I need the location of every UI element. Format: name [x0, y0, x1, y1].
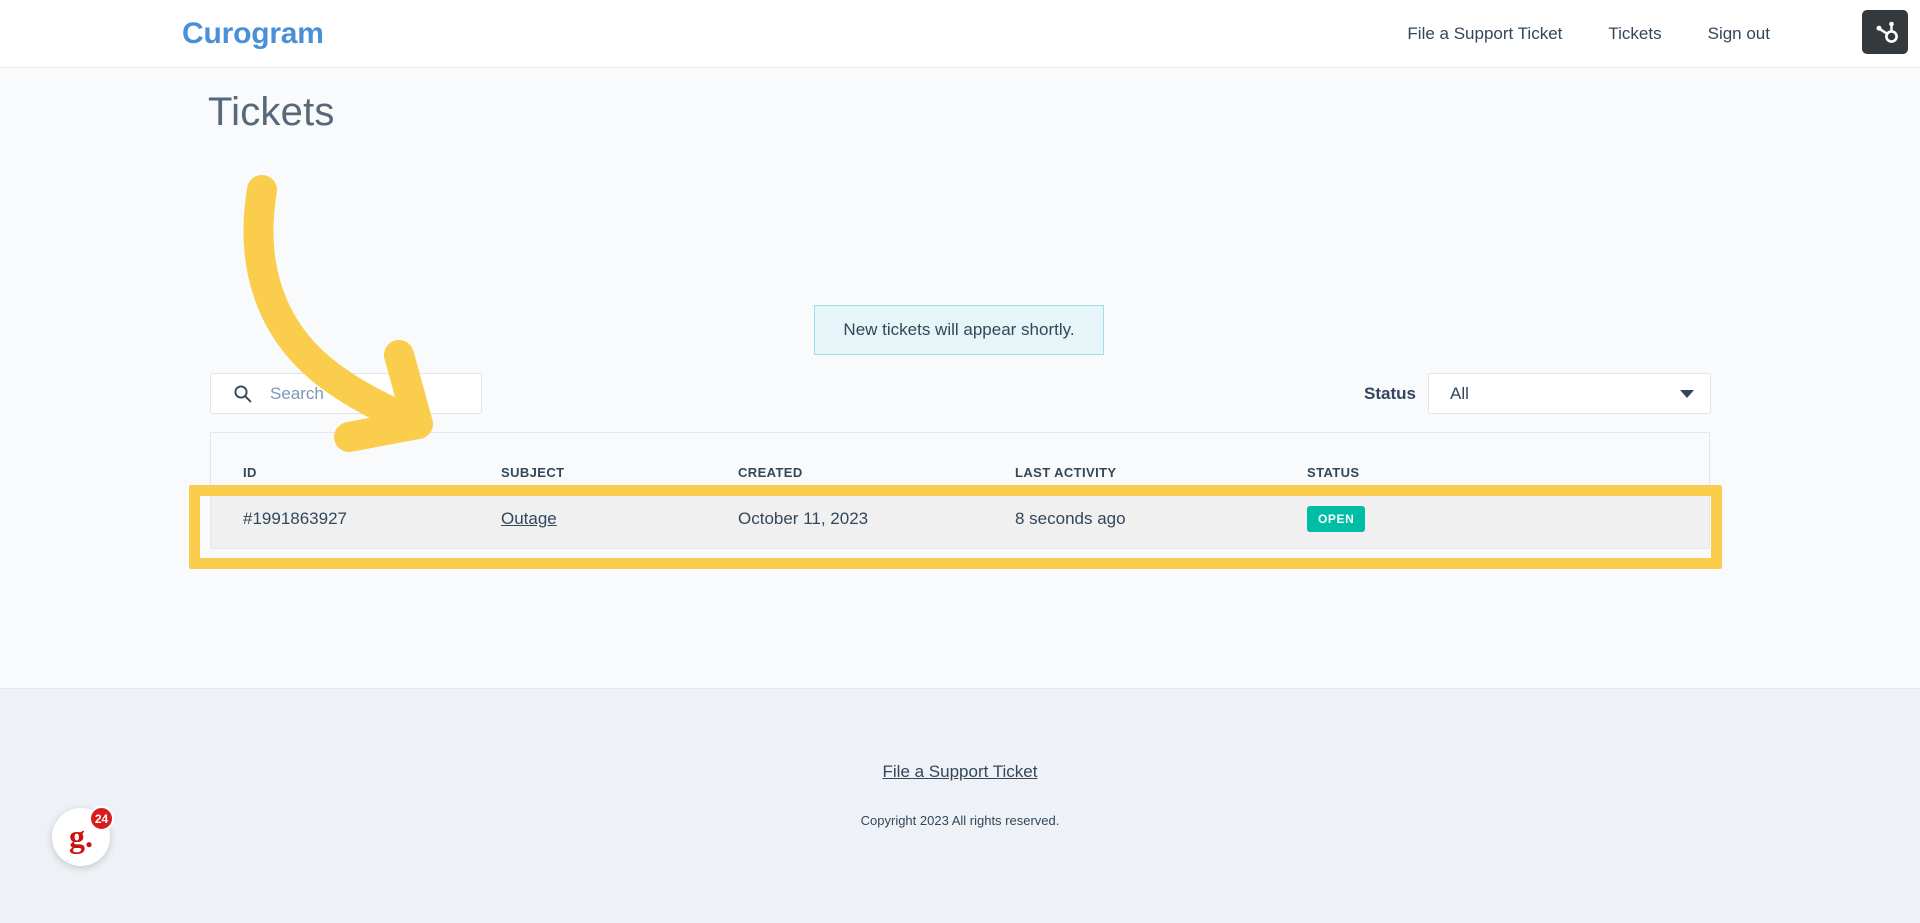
- cell-status: OPEN: [1307, 505, 1647, 532]
- cell-subject: Outage: [501, 509, 738, 529]
- nav-sign-out[interactable]: Sign out: [1708, 24, 1770, 44]
- column-header-last-activity: LAST ACTIVITY: [1015, 465, 1117, 480]
- chat-widget-button[interactable]: g. 24: [52, 806, 114, 866]
- hubspot-sprocket-icon[interactable]: [1862, 10, 1908, 54]
- search-box[interactable]: [210, 373, 482, 414]
- cell-created: October 11, 2023: [738, 508, 869, 528]
- column-header-status: STATUS: [1307, 465, 1360, 480]
- chat-unread-badge: 24: [89, 806, 114, 831]
- status-filter-label: Status: [1364, 383, 1416, 403]
- footer-file-ticket-link[interactable]: File a Support Ticket: [0, 762, 1920, 782]
- site-header: Curogram File a Support Ticket Tickets S…: [0, 0, 1920, 68]
- search-icon: [233, 384, 252, 403]
- new-tickets-notice: New tickets will appear shortly.: [814, 305, 1104, 355]
- main-navigation: File a Support Ticket Tickets Sign out: [1407, 24, 1770, 44]
- tickets-table: ID SUBJECT CREATED LAST ACTIVITY STATUS …: [210, 432, 1710, 549]
- table-row[interactable]: #1991863927 Outage October 11, 2023 8 se…: [211, 488, 1709, 548]
- table-header-row: ID SUBJECT CREATED LAST ACTIVITY STATUS: [211, 433, 1709, 488]
- column-header-id: ID: [243, 465, 257, 480]
- chevron-down-icon: [1680, 389, 1694, 398]
- search-input[interactable]: [270, 383, 450, 404]
- notice-text: New tickets will appear shortly.: [843, 320, 1075, 339]
- brand-logo[interactable]: Curogram: [182, 17, 324, 51]
- status-badge: OPEN: [1307, 505, 1366, 532]
- chat-widget-logo: g.: [69, 817, 93, 854]
- status-filter-value: All: [1450, 383, 1469, 403]
- nav-file-ticket[interactable]: File a Support Ticket: [1407, 24, 1562, 44]
- cell-ticket-id: #1991863927: [243, 508, 348, 528]
- site-footer: File a Support Ticket Copyright 2023 All…: [0, 688, 1920, 923]
- status-filter: Status All: [1364, 373, 1711, 414]
- column-header-subject: SUBJECT: [501, 465, 565, 480]
- footer-copyright: Copyright 2023 All rights reserved.: [860, 813, 1060, 828]
- ticket-subject-link[interactable]: Outage: [501, 509, 557, 528]
- column-header-created: CREATED: [738, 465, 803, 480]
- app-page: Curogram File a Support Ticket Tickets S…: [0, 0, 1920, 923]
- status-filter-select[interactable]: All: [1428, 373, 1711, 414]
- cell-last-activity: 8 seconds ago: [1015, 508, 1126, 528]
- page-title: Tickets: [208, 90, 335, 134]
- nav-tickets[interactable]: Tickets: [1608, 24, 1661, 44]
